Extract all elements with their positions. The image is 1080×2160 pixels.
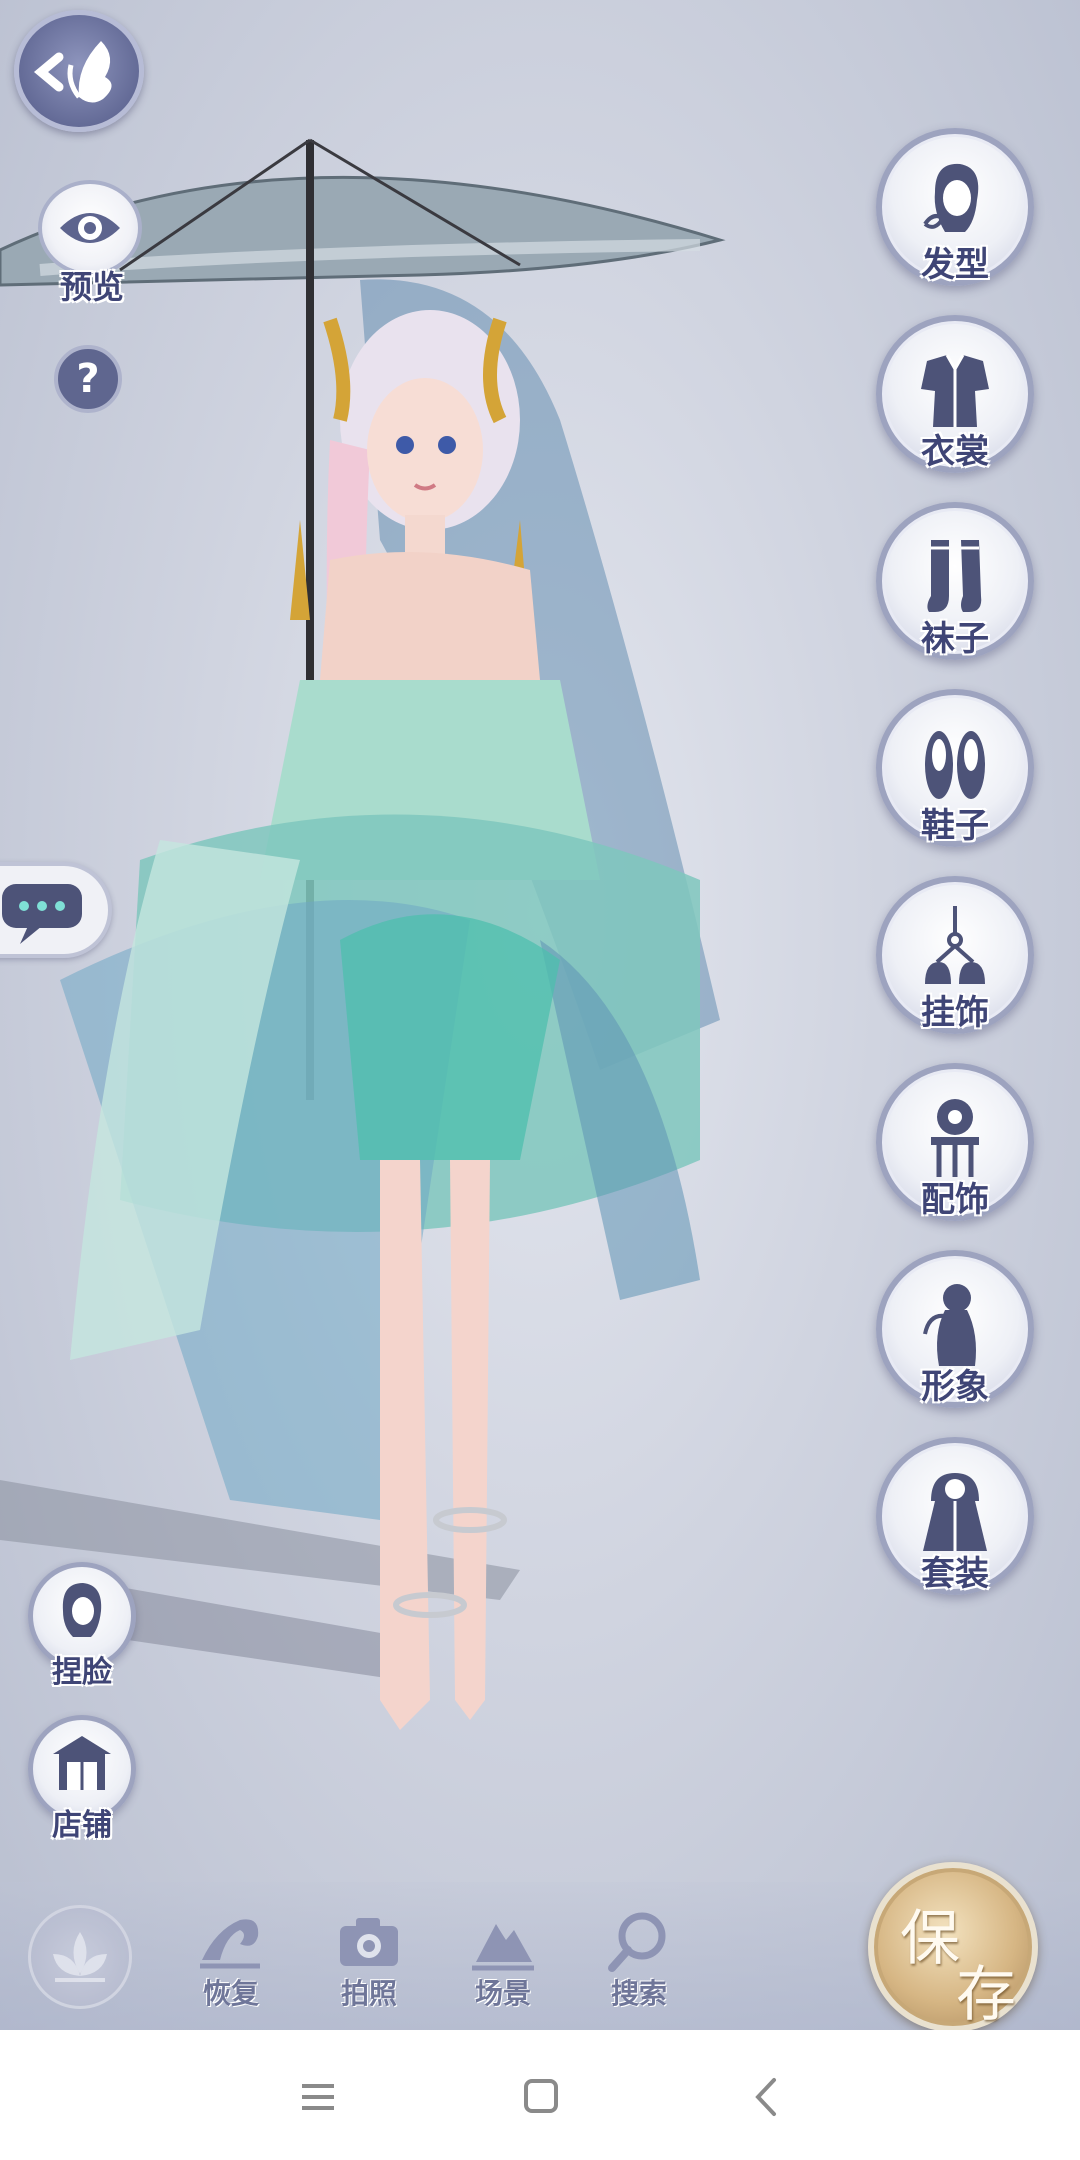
restore-button[interactable]: 恢复: [176, 1910, 286, 2020]
eye-icon: [60, 213, 120, 243]
scene-mountain-icon: [472, 1924, 534, 1971]
chat-bubble-icon: [2, 884, 82, 944]
search-button[interactable]: 搜索: [584, 1910, 694, 2020]
hairstyle-label: 发型: [921, 245, 989, 285]
hairstyle-button[interactable]: 发型: [876, 128, 1034, 286]
shoes-label: 鞋子: [921, 806, 989, 846]
menu-icon[interactable]: [288, 2070, 348, 2124]
pendant-label: 挂饰: [921, 993, 989, 1033]
appearance-label: 形象: [921, 1367, 989, 1407]
clothing-label: 衣裳: [921, 432, 989, 472]
photo-label: 拍照: [340, 1977, 397, 2010]
restore-label: 恢复: [202, 1977, 259, 2010]
socks-button[interactable]: 袜子: [876, 502, 1034, 660]
back-nav-icon[interactable]: [736, 2070, 796, 2124]
accessory-label: 配饰: [921, 1180, 989, 1220]
save-char-2: 存: [956, 1960, 1016, 2030]
search-label: 搜索: [610, 1977, 667, 2010]
scene-label: 场景: [474, 1977, 531, 2010]
photo-button[interactable]: 拍照: [314, 1910, 424, 2020]
lotus-button[interactable]: [28, 1905, 132, 2009]
outfit-set-label: 套装: [921, 1554, 989, 1594]
wave-restore-icon: [200, 1919, 260, 1969]
shop-label: 店铺: [52, 1808, 112, 1843]
outfit-set-button[interactable]: 套装: [876, 1437, 1034, 1595]
chat-button[interactable]: [0, 862, 112, 958]
camera-icon: [340, 1918, 398, 1966]
home-icon[interactable]: [510, 2070, 570, 2124]
preview-label: 预览: [59, 268, 124, 306]
face-edit-icon: [62, 1583, 102, 1637]
shoes-button[interactable]: 鞋子: [876, 689, 1034, 847]
pendant-button[interactable]: 挂饰: [876, 876, 1034, 1034]
shop-button[interactable]: 店铺: [28, 1715, 136, 1843]
save-button[interactable]: 保 存: [868, 1862, 1038, 2032]
lotus-icon: [53, 1932, 107, 1982]
scene-button[interactable]: 场景: [448, 1910, 558, 2020]
face-edit-button[interactable]: 捏脸: [28, 1562, 136, 1690]
game-scene: 预览 ? 发型 衣裳 袜子 鞋子 挂饰 配饰 形象 套装 捏脸 店铺: [0, 0, 1080, 2030]
butterfly-back-icon: [33, 41, 112, 103]
search-icon: [608, 1912, 666, 1972]
accessory-button[interactable]: 配饰: [876, 1063, 1034, 1221]
back-button[interactable]: [14, 10, 144, 132]
save-char-1: 保: [900, 1904, 960, 1974]
face-edit-label: 捏脸: [52, 1655, 112, 1690]
system-nav-bar: [0, 2030, 1080, 2160]
appearance-button[interactable]: 形象: [876, 1250, 1034, 1408]
help-button[interactable]: ?: [54, 345, 122, 413]
shop-icon: [53, 1736, 111, 1790]
socks-label: 袜子: [921, 619, 989, 659]
clothing-button[interactable]: 衣裳: [876, 315, 1034, 473]
